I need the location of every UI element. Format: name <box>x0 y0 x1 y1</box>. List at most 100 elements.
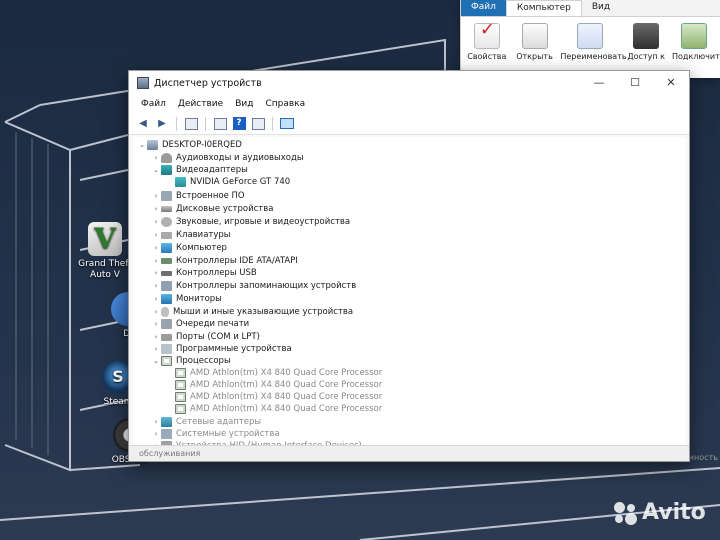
toolbar-separator <box>176 116 177 131</box>
tree-category[interactable]: › Очереди печати <box>151 318 249 330</box>
category-label: Процессоры <box>176 356 231 366</box>
category-label: Контроллеры IDE ATA/ATAPI <box>176 256 298 266</box>
category-label: Мыши и иные указывающие устройства <box>173 307 354 317</box>
category-label: Встроенное ПО <box>176 191 245 201</box>
back-arrow-icon[interactable]: ◀ <box>135 116 151 132</box>
software-device-icon <box>161 344 172 354</box>
tree-device[interactable]: AMD Athlon(tm) X4 840 Quad Core Processo… <box>175 367 382 379</box>
expand-chevron-icon[interactable]: › <box>151 345 161 353</box>
tree-category[interactable]: › Системные устройства <box>151 428 280 440</box>
computer-icon <box>147 140 158 150</box>
expand-chevron-icon[interactable]: › <box>151 269 161 277</box>
close-button[interactable]: ✕ <box>653 71 689 95</box>
audio-icon <box>161 153 172 163</box>
category-label: Аудиовходы и аудиовыходы <box>176 153 304 163</box>
tree-category[interactable]: › Контроллеры запоминающих устройств <box>151 280 356 292</box>
menu-file[interactable]: Файл <box>135 99 172 109</box>
tree-category[interactable]: › Порты (COM и LPT) <box>151 331 260 343</box>
storage-icon <box>161 281 172 291</box>
expand-chevron-icon[interactable]: › <box>151 231 161 239</box>
processor-icon <box>175 380 186 390</box>
collapse-chevron-icon[interactable]: ⌄ <box>137 141 147 149</box>
tree-device[interactable]: NVIDIA GeForce GT 740 <box>175 176 290 188</box>
connect-label: Подключить <box>672 52 720 61</box>
avito-logo-icon <box>612 500 638 526</box>
category-label: Программные устройства <box>176 344 292 354</box>
title-bar[interactable]: Диспетчер устройств — ☐ ✕ <box>129 71 689 95</box>
rename-icon <box>577 23 604 49</box>
expand-chevron-icon[interactable]: › <box>151 320 161 328</box>
tree-device[interactable]: AMD Athlon(tm) X4 840 Quad Core Processo… <box>175 391 382 403</box>
disk-icon <box>161 206 172 212</box>
help-button[interactable]: ? <box>231 116 247 132</box>
rename-label: Переименовать <box>560 52 627 61</box>
tree-category[interactable]: › Клавиатуры <box>151 229 231 241</box>
system-device-icon <box>161 429 172 439</box>
open-label: Открыть <box>516 52 553 61</box>
monitor-scan-icon <box>280 118 294 129</box>
view-button[interactable] <box>250 116 266 132</box>
tree-category[interactable]: › Встроенное ПО <box>151 190 245 202</box>
sound-icon <box>161 217 172 227</box>
tree-category[interactable]: › Дисковые устройства <box>151 203 274 215</box>
console-tree-icon <box>184 117 198 130</box>
window-title: Диспетчер устройств <box>154 77 262 89</box>
menu-help[interactable]: Справка <box>259 99 311 109</box>
collapse-chevron-icon[interactable]: ⌄ <box>151 166 161 174</box>
tree-category[interactable]: › Контроллеры USB <box>151 267 257 279</box>
tree-category[interactable]: › Звуковые, игровые и видеоустройства <box>151 216 350 228</box>
expand-chevron-icon[interactable]: › <box>151 244 161 252</box>
tree-category[interactable]: › Аудиовходы и аудиовыходы <box>151 152 304 164</box>
expand-chevron-icon[interactable]: › <box>151 333 161 341</box>
expand-chevron-icon[interactable]: › <box>151 418 161 426</box>
expand-chevron-icon[interactable]: › <box>151 192 161 200</box>
tree-category[interactable]: › Сетевые адаптеры <box>151 416 261 428</box>
keyboard-icon <box>161 231 172 239</box>
tree-category[interactable]: › Программные устройства <box>151 343 292 355</box>
category-label: Очереди печати <box>176 319 250 329</box>
tree-root[interactable]: ⌄ DESKTOP-I0ERQED <box>137 139 242 151</box>
forward-arrow-icon[interactable]: ▶ <box>154 116 170 132</box>
menu-view[interactable]: Вид <box>229 99 259 109</box>
expand-chevron-icon[interactable]: › <box>151 295 161 303</box>
scan-hardware-button[interactable] <box>279 116 295 132</box>
device-label: AMD Athlon(tm) X4 840 Quad Core Processo… <box>190 404 383 414</box>
toolbar: ◀ ▶ ? <box>129 113 689 135</box>
maximize-button[interactable]: ☐ <box>617 71 653 95</box>
collapse-chevron-icon[interactable]: ⌄ <box>151 357 161 365</box>
expand-chevron-icon[interactable]: › <box>151 218 161 226</box>
device-label: NVIDIA GeForce GT 740 <box>190 177 291 187</box>
tab-computer[interactable]: Компьютер <box>505 0 582 16</box>
background-window-text: мность <box>688 453 718 462</box>
desktop-icon-gta[interactable]: V Grand Theft Auto V <box>75 222 135 281</box>
tree-category[interactable]: ⌄ Видеоадаптеры <box>151 164 248 176</box>
tree-category[interactable]: › Мыши и иные указывающие устройства <box>151 306 353 318</box>
device-tree: ⌄ DESKTOP-I0ERQED › Аудиовходы и аудиовы… <box>133 137 685 451</box>
minimize-button[interactable]: — <box>581 71 617 95</box>
firmware-icon <box>161 191 172 201</box>
expand-chevron-icon[interactable]: › <box>151 205 161 213</box>
tree-root-label: DESKTOP-I0ERQED <box>162 140 242 150</box>
expand-chevron-icon[interactable]: › <box>151 308 161 316</box>
tree-device[interactable]: AMD Athlon(tm) X4 840 Quad Core Processo… <box>175 379 382 391</box>
explorer-window: Файл Компьютер Вид Свойства Открыть Пере… <box>460 0 720 78</box>
tree-category[interactable]: › Мониторы <box>151 293 222 305</box>
menu-action[interactable]: Действие <box>172 99 229 109</box>
show-hide-tree-button[interactable] <box>183 116 199 132</box>
connect-drive-icon <box>681 23 708 49</box>
category-label: Сетевые адаптеры <box>176 417 262 427</box>
tab-file[interactable]: Файл <box>461 0 506 16</box>
tree-category[interactable]: › Компьютер <box>151 242 227 254</box>
ribbon-tabs: Файл Компьютер Вид <box>461 0 720 16</box>
tab-view[interactable]: Вид <box>582 0 620 16</box>
tree-device[interactable]: AMD Athlon(tm) X4 840 Quad Core Processo… <box>175 403 382 415</box>
expand-chevron-icon[interactable]: › <box>151 282 161 290</box>
open-icon <box>521 23 548 49</box>
tree-category[interactable]: › Контроллеры IDE ATA/ATAPI <box>151 255 298 267</box>
tree-category[interactable]: ⌄ Процессоры <box>151 355 231 367</box>
properties-toolbar-button[interactable] <box>212 116 228 132</box>
expand-chevron-icon[interactable]: › <box>151 154 161 162</box>
properties-icon <box>213 117 227 130</box>
expand-chevron-icon[interactable]: › <box>151 257 161 265</box>
expand-chevron-icon[interactable]: › <box>151 430 161 438</box>
